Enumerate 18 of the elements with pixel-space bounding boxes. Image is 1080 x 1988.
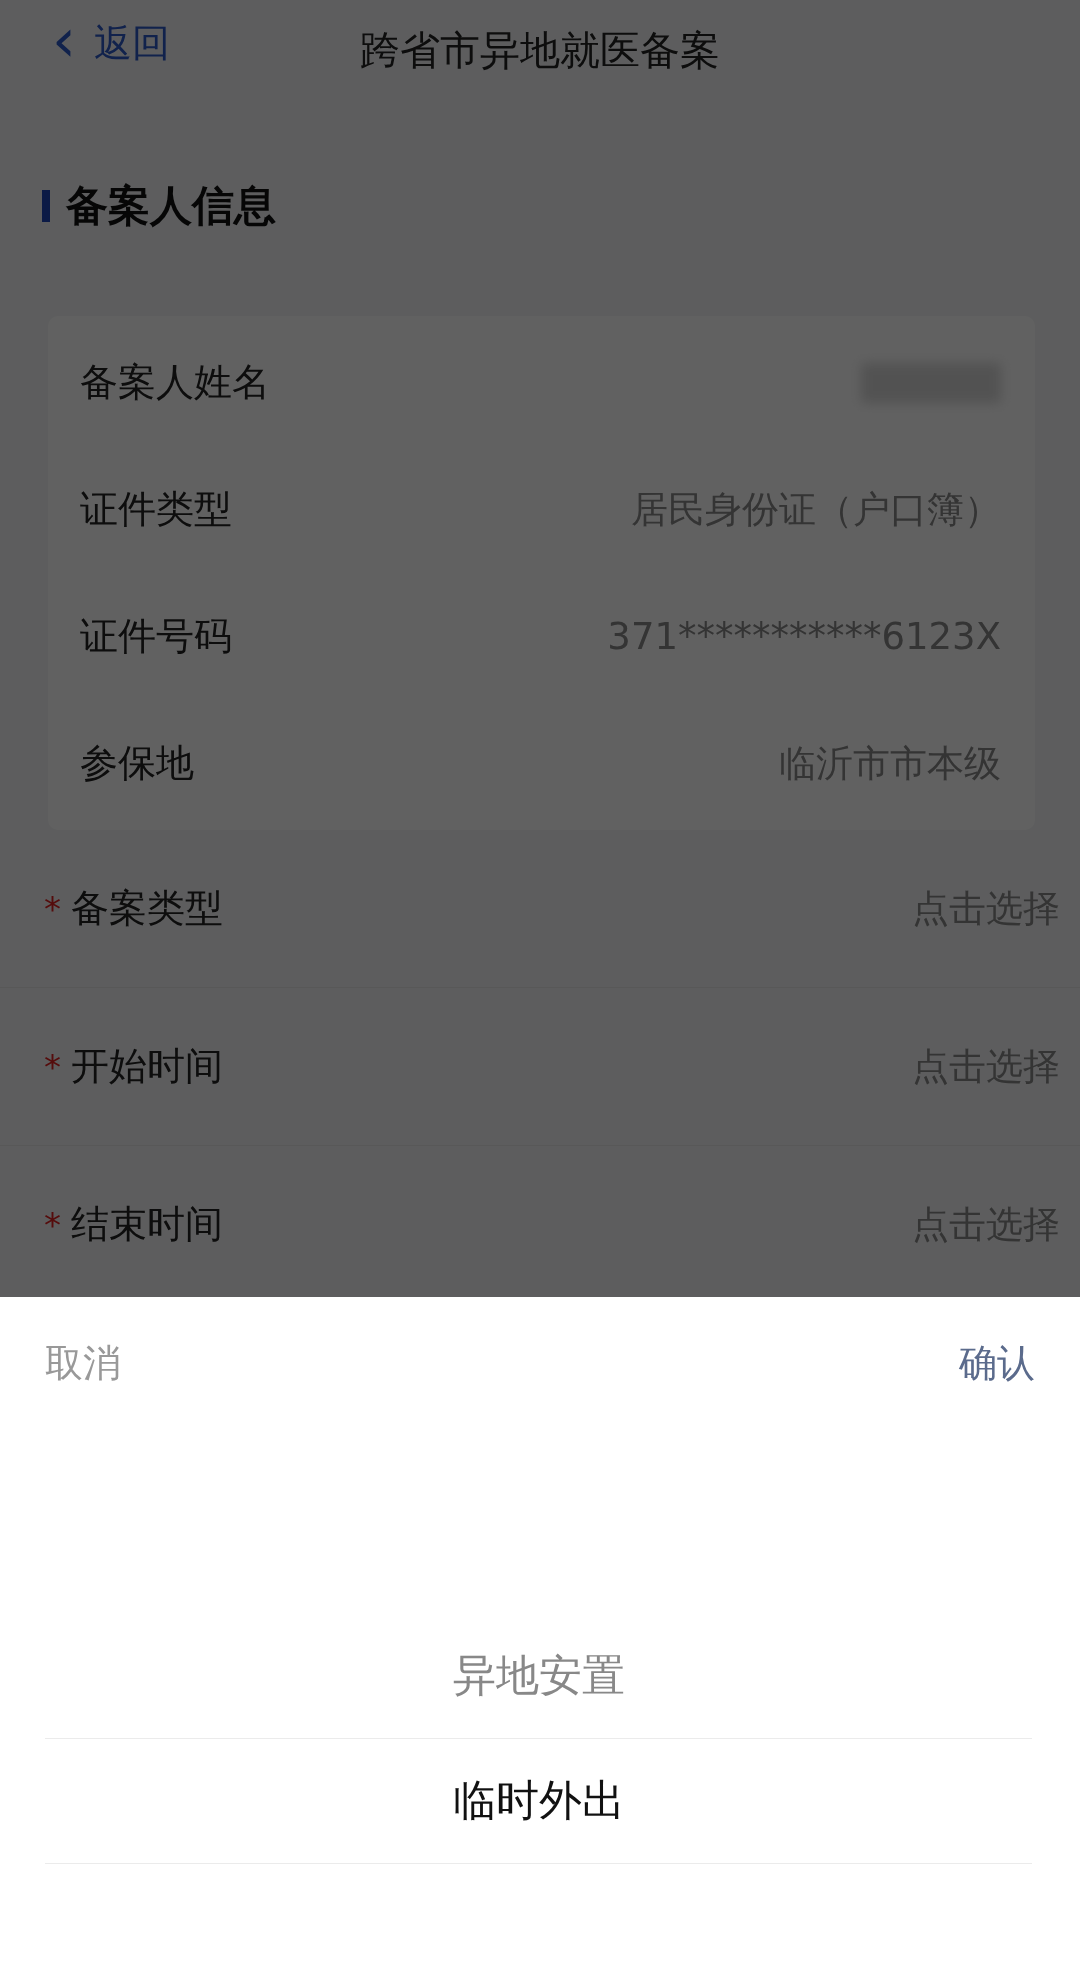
field-label: 结束时间 bbox=[71, 1201, 223, 1248]
cancel-button[interactable]: 取消 bbox=[45, 1337, 121, 1389]
field-label: 开始时间 bbox=[71, 1043, 223, 1090]
required-mark: * bbox=[44, 1046, 61, 1087]
required-mark: * bbox=[44, 1204, 61, 1245]
field-label: 备案人姓名 bbox=[80, 359, 270, 406]
section-marker bbox=[42, 190, 50, 222]
confirm-button[interactable]: 确认 bbox=[959, 1337, 1035, 1389]
picker-option[interactable]: 异地安置 bbox=[45, 1614, 1032, 1739]
field-label: 证件号码 bbox=[80, 613, 232, 660]
field-label: 备案类型 bbox=[71, 885, 223, 932]
back-button[interactable]: ‹ 返回 bbox=[52, 18, 170, 69]
picker-option[interactable]: 临时外出 bbox=[45, 1739, 1032, 1864]
field-label: 参保地 bbox=[80, 740, 194, 787]
required-mark: * bbox=[44, 888, 61, 929]
section-title: 备案人信息 bbox=[66, 180, 276, 232]
page-title: 跨省市异地就医备案 bbox=[360, 25, 720, 75]
field-label: 证件类型 bbox=[80, 486, 232, 533]
